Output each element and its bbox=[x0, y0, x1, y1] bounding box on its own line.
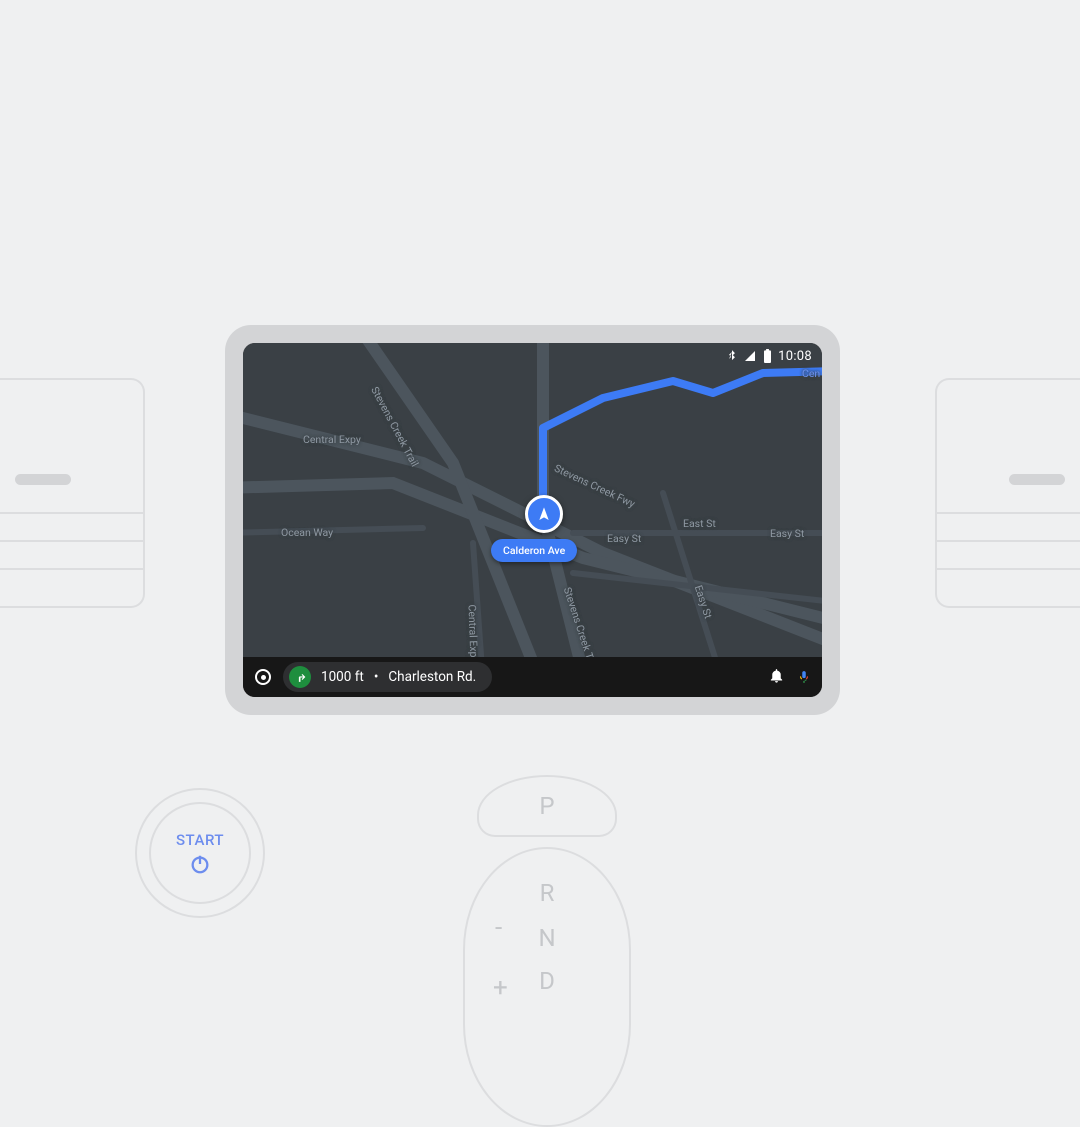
status-clock: 10:08 bbox=[778, 349, 812, 364]
road-label: Central Expy bbox=[466, 604, 481, 657]
next-turn-distance: 1000 ft bbox=[321, 669, 364, 685]
current-location-marker bbox=[525, 495, 563, 533]
voice-assistant-button[interactable] bbox=[797, 667, 810, 687]
gear-shifter[interactable]: P R N D - + bbox=[452, 775, 642, 1127]
next-turn-pill[interactable]: 1000 ft • Charleston Rd. bbox=[283, 662, 492, 692]
air-vent-left bbox=[0, 378, 145, 608]
notifications-button[interactable] bbox=[768, 667, 785, 688]
start-label: START bbox=[176, 831, 224, 849]
turn-right-icon bbox=[289, 666, 311, 688]
current-street-label: Calderon Ave bbox=[491, 539, 577, 562]
vent-slot bbox=[1009, 474, 1065, 485]
gear-reverse-label: R bbox=[540, 879, 555, 907]
gear-neutral-label: N bbox=[538, 924, 555, 952]
road-label: Ocean Way bbox=[281, 526, 333, 539]
power-icon bbox=[189, 853, 211, 875]
display-screen[interactable]: Central Expy Stevens Creek Trail Stevens… bbox=[243, 343, 822, 697]
vent-line bbox=[937, 540, 1080, 542]
navigation-bar: 1000 ft • Charleston Rd. bbox=[243, 657, 822, 697]
gear-drive-label: D bbox=[539, 967, 555, 995]
next-turn-street: Charleston Rd. bbox=[388, 669, 476, 685]
next-turn-separator: • bbox=[374, 669, 379, 685]
gear-plus-label: + bbox=[493, 973, 508, 1003]
vent-slot bbox=[15, 474, 71, 485]
home-button[interactable] bbox=[255, 669, 271, 685]
gear-knob[interactable]: R N D - + bbox=[463, 847, 631, 1127]
vent-line bbox=[0, 568, 143, 570]
road-label: East St bbox=[683, 517, 716, 530]
air-vent-right bbox=[935, 378, 1080, 608]
bluetooth-icon bbox=[727, 349, 737, 363]
vent-line bbox=[0, 512, 143, 514]
navigation-arrow-icon bbox=[536, 506, 552, 522]
engine-start-button[interactable]: START bbox=[135, 788, 265, 918]
gear-park-label: P bbox=[539, 792, 554, 820]
road-label: Easy St bbox=[770, 527, 804, 540]
status-bar: 10:08 bbox=[243, 343, 822, 369]
signal-icon bbox=[743, 350, 757, 362]
battery-icon bbox=[763, 349, 772, 363]
gear-park-button[interactable]: P bbox=[477, 775, 617, 837]
map-view[interactable]: Central Expy Stevens Creek Trail Stevens… bbox=[243, 343, 822, 657]
road-label: Central Expy bbox=[303, 433, 361, 446]
engine-start-inner: START bbox=[149, 802, 251, 904]
vent-line bbox=[937, 568, 1080, 570]
gear-minus-label: - bbox=[495, 913, 502, 943]
head-unit-bezel: Central Expy Stevens Creek Trail Stevens… bbox=[225, 325, 840, 715]
road-label: Easy St bbox=[607, 532, 641, 545]
vent-line bbox=[937, 512, 1080, 514]
vent-line bbox=[0, 540, 143, 542]
